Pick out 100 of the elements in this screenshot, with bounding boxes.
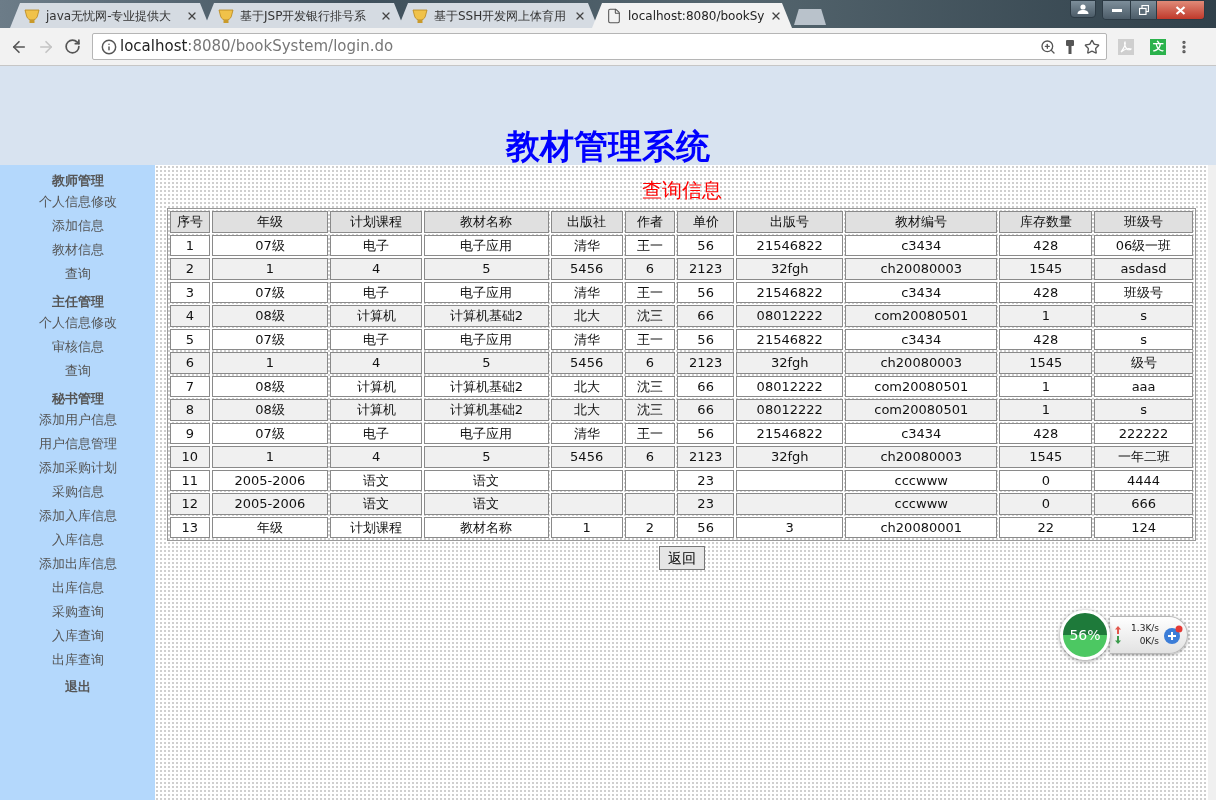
table-cell: 7 [170, 375, 210, 397]
table-cell: 0 [999, 493, 1093, 515]
table-cell: 66 [677, 399, 735, 421]
table-cell: com20080501 [845, 399, 998, 421]
column-header: 教材名称 [424, 211, 549, 233]
sidebar-link[interactable]: 个人信息修改 [38, 190, 117, 214]
restore-button[interactable] [1131, 1, 1157, 19]
table-cell: 08012222 [736, 305, 844, 327]
zoom-in-icon[interactable] [1040, 38, 1056, 55]
plus-icon[interactable] [1163, 625, 1183, 645]
table-cell: 电子 [330, 422, 423, 444]
sidebar-link[interactable]: 添加采购计划 [38, 456, 117, 480]
sidebar-link[interactable]: 个人信息修改 [38, 311, 117, 335]
table-cell: 6 [624, 258, 675, 280]
table-cell: 4444 [1094, 469, 1193, 491]
table-cell: com20080501 [845, 375, 998, 397]
logout-link[interactable]: 退出 [64, 678, 91, 696]
table-cell: 5 [170, 328, 210, 350]
table-cell: 56 [677, 328, 735, 350]
table-cell: 北大 [550, 399, 623, 421]
sidebar-link[interactable]: 添加信息 [51, 214, 104, 238]
table-cell: 23 [677, 469, 735, 491]
table-cell: 21546822 [736, 422, 844, 444]
upload-speed: 1.3K/s [1131, 622, 1159, 635]
table-cell: 电子 [330, 281, 423, 303]
table-cell: 9 [170, 422, 210, 444]
table-cell: 1 [999, 305, 1093, 327]
browser-tab[interactable]: localhost:8080/bookSy [592, 3, 792, 28]
table-cell: 21546822 [736, 281, 844, 303]
table-cell: 语文 [424, 493, 549, 515]
sidebar-link[interactable]: 查询 [64, 262, 91, 286]
column-header: 出版号 [736, 211, 844, 233]
pin-icon[interactable] [1065, 38, 1075, 55]
table-cell: 56 [677, 516, 735, 538]
table-cell: 5456 [550, 258, 623, 280]
sidebar-link[interactable]: 入库查询 [51, 624, 104, 648]
table-cell: 1 [211, 352, 329, 374]
sidebar-link[interactable]: 添加用户信息 [38, 408, 117, 432]
table-cell: 3 [170, 281, 210, 303]
table-cell: 班级号 [1094, 281, 1193, 303]
sidebar-link[interactable]: 教材信息 [51, 238, 104, 262]
table-cell: 06级一班 [1094, 234, 1193, 256]
table-cell: s [1094, 305, 1193, 327]
table-cell: aaa [1094, 375, 1193, 397]
table-cell: 08级 [211, 305, 329, 327]
user-button[interactable] [1070, 0, 1096, 18]
sidebar-link[interactable]: 采购查询 [51, 600, 104, 624]
table-cell: 计算机基础2 [424, 399, 549, 421]
sidebar-link[interactable]: 添加入库信息 [38, 504, 117, 528]
sidebar-link[interactable]: 入库信息 [51, 528, 104, 552]
sidebar-link[interactable]: 采购信息 [51, 480, 104, 504]
table-cell: 2 [170, 258, 210, 280]
bookmark-star-icon[interactable] [1084, 38, 1100, 55]
section-title: 查询信息 [641, 178, 722, 202]
table-cell: 计算机 [330, 399, 423, 421]
sidebar-link[interactable]: 添加出库信息 [38, 552, 117, 576]
url-text: localhost:8080/bookSystem/login.do [120, 36, 394, 58]
table-cell: 2123 [677, 352, 735, 374]
table-cell: 07级 [211, 328, 329, 350]
table-cell: 清华 [550, 328, 623, 350]
table-cell: 0 [999, 469, 1093, 491]
sidebar-link[interactable]: 查询 [64, 359, 91, 383]
table-cell: 级号 [1094, 352, 1193, 374]
table-cell: 6 [624, 446, 675, 468]
sidebar-link[interactable]: 用户信息管理 [38, 432, 117, 456]
table-cell: 2005-2006 [211, 469, 329, 491]
table-cell: 1 [170, 234, 210, 256]
address-bar[interactable]: localhost:8080/bookSystem/login.do [92, 33, 1107, 60]
back-button[interactable]: 返回 [658, 546, 705, 570]
close-button[interactable] [1157, 1, 1204, 19]
table-cell: c3434 [845, 234, 998, 256]
new-tab-button[interactable] [794, 9, 826, 25]
table-cell: 语文 [330, 493, 423, 515]
table-cell: 32fgh [736, 352, 844, 374]
translate-button[interactable]: 文 [1150, 38, 1166, 55]
network-monitor-widget[interactable]: 1.3K/s 0K/s [1110, 616, 1188, 654]
sidebar-link[interactable]: 出库信息 [51, 576, 104, 600]
table-cell: 1 [211, 258, 329, 280]
table-cell: 计算机 [330, 375, 423, 397]
table-cell: 428 [999, 422, 1093, 444]
column-header: 班级号 [1094, 211, 1193, 233]
table-cell: 07级 [211, 234, 329, 256]
table-cell: 清华 [550, 281, 623, 303]
minimize-button[interactable] [1103, 1, 1131, 19]
table-cell: 计划课程 [330, 516, 423, 538]
table-cell: 2123 [677, 258, 735, 280]
table-cell: s [1094, 399, 1193, 421]
cup-icon [218, 7, 234, 24]
sidebar-link[interactable]: 审核信息 [51, 335, 104, 359]
table-cell: 6 [170, 352, 210, 374]
table-cell: 4 [170, 305, 210, 327]
column-header: 教材编号 [845, 211, 998, 233]
column-header: 库存数量 [999, 211, 1093, 233]
table-cell: cccwww [845, 469, 998, 491]
sidebar-link[interactable]: 出库查询 [51, 648, 104, 672]
table-cell: 428 [999, 234, 1093, 256]
table-cell: 电子 [330, 234, 423, 256]
table-cell: c3434 [845, 422, 998, 444]
table-cell: 清华 [550, 234, 623, 256]
table-cell: 56 [677, 234, 735, 256]
